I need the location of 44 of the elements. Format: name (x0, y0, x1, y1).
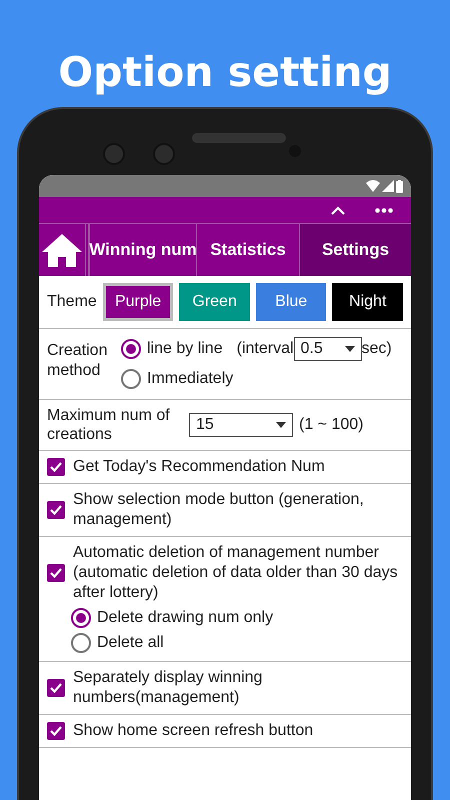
signal-icon (382, 180, 394, 192)
camera-icon (103, 143, 125, 165)
option-label: Get Today's Recommendation Num (73, 457, 325, 477)
unit-label: sec) (362, 340, 392, 358)
option-label: Show home screen refresh button (73, 721, 314, 741)
tab[interactable]: Winning num (89, 224, 196, 276)
creation-method-label: Creation method (47, 341, 108, 381)
checkbox[interactable] (47, 458, 65, 476)
home-icon (41, 232, 83, 268)
dropdown-caret-icon (344, 346, 355, 352)
dropdown-caret-icon (276, 422, 286, 428)
chevron-up-icon[interactable] (331, 206, 345, 214)
theme-button[interactable]: Night (332, 283, 403, 321)
range-label: (1 ~ 100) (299, 416, 364, 434)
radio-option[interactable]: Delete drawing num only (71, 605, 403, 630)
radio-button[interactable] (71, 632, 91, 652)
battery-icon (396, 180, 403, 192)
checkbox[interactable] (47, 501, 65, 519)
radio-option[interactable]: Delete all (71, 630, 403, 655)
radio-button[interactable] (121, 369, 141, 389)
checkbox[interactable] (47, 564, 65, 582)
option-label: Show selection mode button (generation, management) (73, 490, 365, 530)
wifi-icon (366, 180, 380, 192)
max-creations-dropdown[interactable]: 15 (189, 413, 293, 437)
interval-label: (interval (236, 340, 294, 358)
interval-dropdown[interactable]: 0.5 (294, 337, 362, 361)
radio-option[interactable]: line by line (121, 335, 223, 363)
radio-button[interactable] (121, 339, 141, 359)
tab[interactable]: Settings (299, 224, 411, 276)
theme-button[interactable]: Purple (102, 283, 174, 321)
theme-button[interactable]: Blue (256, 283, 326, 321)
radio-option[interactable]: Immediately (121, 365, 392, 393)
option-label: Separately display winning numbers(management) (73, 668, 264, 708)
theme-label: Theme (47, 293, 97, 311)
max-creations-label: Maximum num of creations (47, 406, 171, 444)
headline: Option setting (57, 47, 393, 98)
checkbox[interactable] (47, 679, 65, 697)
more-icon[interactable] (375, 208, 393, 212)
option-label: Automatic deletion of management number (automatic deletion of data older than 30 days after lottery) (73, 543, 399, 603)
theme-button[interactable]: Green (179, 283, 250, 321)
camera-icon (153, 143, 175, 165)
home-tab[interactable] (39, 224, 89, 276)
checkbox[interactable] (47, 722, 65, 740)
radio-button[interactable] (71, 608, 91, 628)
